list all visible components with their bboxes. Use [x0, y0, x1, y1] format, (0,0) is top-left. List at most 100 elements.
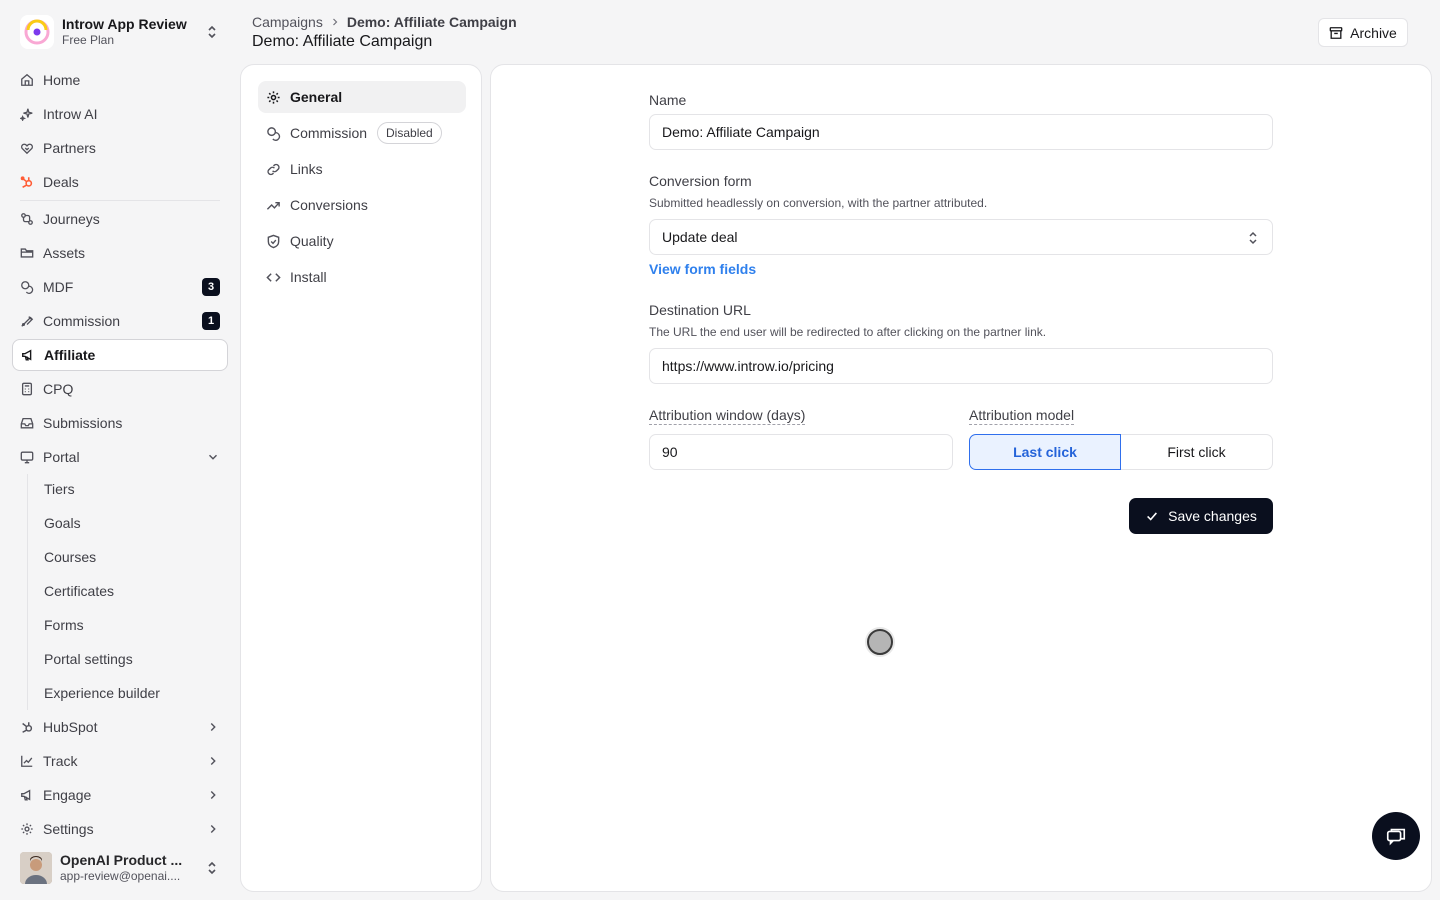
sidebar-subitem-certificates[interactable]: Certificates: [32, 575, 228, 607]
sidebar-item-label: CPQ: [43, 381, 74, 397]
gear-icon: [21, 823, 33, 835]
sidebar-item-cpq[interactable]: CPQ: [12, 373, 228, 405]
attribution-model-first-click[interactable]: First click: [1121, 434, 1273, 470]
chart-icon: [21, 755, 33, 767]
tab-label: Commission: [290, 125, 368, 141]
sidebar-item-assets[interactable]: Assets: [12, 237, 228, 269]
destination-url-input[interactable]: https://www.introw.io/pricing: [649, 348, 1273, 384]
sidebar-item-deals[interactable]: Deals: [12, 166, 228, 198]
breadcrumb-campaigns[interactable]: Campaigns: [252, 14, 323, 30]
archive-icon: [1329, 26, 1343, 39]
destination-url-label: Destination URL: [649, 302, 751, 318]
chevron-right-icon: [210, 757, 216, 765]
archive-button[interactable]: Archive: [1318, 18, 1408, 47]
attribution-window-label: Attribution window (days): [649, 407, 806, 425]
sidebar-group-settings[interactable]: Settings: [12, 813, 228, 845]
count-badge: 3: [202, 278, 220, 296]
conversion-form-select[interactable]: Update deal: [649, 219, 1273, 255]
sidebar-subitem-goals[interactable]: Goals: [32, 507, 228, 539]
sidebar-item-home[interactable]: Home: [12, 64, 228, 96]
inbox-icon: [20, 417, 34, 429]
sidebar-item-mdf[interactable]: MDF 3: [12, 271, 228, 303]
view-form-fields-link[interactable]: View form fields: [649, 261, 756, 277]
workspace-plan: Free Plan: [62, 33, 115, 48]
workspace-switcher[interactable]: Introw App Review Free Plan: [12, 8, 228, 56]
user-menu[interactable]: OpenAI Product ... app-review@openai....: [12, 848, 228, 888]
megaphone-icon: [21, 789, 31, 801]
sidebar-item-label: MDF: [43, 279, 74, 295]
mouse-cursor-indicator: [867, 629, 893, 655]
destination-url-value: https://www.introw.io/pricing: [662, 358, 834, 374]
sidebar-item-commission[interactable]: Commission 1: [12, 305, 228, 337]
shield-check-icon: [267, 234, 280, 248]
sidebar-subitem-portal-settings[interactable]: Portal settings: [32, 643, 228, 675]
commission-icon: [21, 316, 34, 327]
sidebar-subitem-courses[interactable]: Courses: [32, 541, 228, 573]
tab-links[interactable]: Links: [258, 153, 466, 185]
count-badge: 1: [202, 312, 220, 330]
sidebar-item-label: HubSpot: [43, 719, 98, 735]
name-label: Name: [649, 92, 687, 108]
name-input-value: Demo: Affiliate Campaign: [662, 124, 820, 140]
conversion-form-help: Submitted headlessly on conversion, with…: [649, 196, 988, 210]
destination-url-help: The URL the end user will be redirected …: [649, 325, 1047, 339]
tab-label: General: [290, 89, 343, 105]
sidebar-subitem-experience-builder[interactable]: Experience builder: [32, 677, 228, 709]
monitor-icon: [20, 451, 34, 464]
tab-conversions[interactable]: Conversions: [258, 189, 466, 221]
status-badge: Disabled: [377, 122, 442, 144]
link-icon: [267, 163, 280, 175]
hubspot-icon: [20, 176, 33, 188]
sidebar-group-engage[interactable]: Engage: [12, 779, 228, 811]
sidebar-item-journeys[interactable]: Journeys: [12, 203, 228, 235]
hubspot-icon: [22, 722, 33, 733]
tab-label: Install: [290, 269, 327, 285]
user-name: OpenAI Product ...: [60, 851, 183, 868]
sidebar-subitem-forms[interactable]: Forms: [32, 609, 228, 641]
tab-install[interactable]: Install: [258, 261, 466, 293]
tab-label: Quality: [290, 233, 334, 249]
check-icon: [1147, 512, 1158, 521]
sidebar-item-partners[interactable]: Partners: [12, 132, 228, 164]
sidebar-item-portal[interactable]: Portal: [12, 441, 228, 473]
sidebar-group-hubspot[interactable]: HubSpot: [12, 711, 228, 743]
sidebar: Introw App Review Free Plan Home Introw …: [0, 0, 240, 900]
chevrons-up-down-icon: [208, 25, 216, 39]
handshake-icon: [21, 143, 33, 155]
sidebar-subitem-tiers[interactable]: Tiers: [32, 473, 228, 505]
name-input[interactable]: Demo: Affiliate Campaign: [649, 114, 1273, 150]
chevrons-up-down-icon: [208, 861, 216, 875]
folder-icon: [20, 248, 34, 258]
chevrons-up-down-icon: [1249, 231, 1257, 245]
trending-up-icon: [266, 201, 280, 210]
breadcrumb: Campaigns Demo: Affiliate Campaign: [252, 14, 517, 30]
workflow-icon: [21, 213, 33, 225]
sidebar-item-label: Portal: [43, 449, 80, 465]
chat-launcher-button[interactable]: [1372, 812, 1420, 860]
coins-icon: [21, 281, 34, 294]
sparkles-icon: [20, 108, 33, 121]
home-icon: [21, 73, 33, 86]
tab-label: Links: [290, 161, 323, 177]
workspace-name: Introw App Review: [62, 16, 187, 33]
archive-label: Archive: [1350, 24, 1397, 41]
save-changes-button[interactable]: Save changes: [1129, 498, 1273, 534]
megaphone-icon: [22, 349, 32, 361]
tab-general[interactable]: General: [258, 81, 466, 113]
portal-subnav-guide: [27, 474, 28, 710]
sidebar-item-affiliate[interactable]: Affiliate: [12, 339, 228, 371]
chevron-right-icon: [332, 18, 338, 26]
sidebar-item-label: Introw AI: [43, 106, 98, 122]
tab-quality[interactable]: Quality: [258, 225, 466, 257]
sidebar-group-track[interactable]: Track: [12, 745, 228, 777]
attribution-window-input[interactable]: 90: [649, 434, 953, 470]
sidebar-item-submissions[interactable]: Submissions: [12, 407, 228, 439]
sidebar-item-label: Submissions: [43, 415, 123, 431]
tab-commission[interactable]: Commission Disabled: [258, 117, 466, 149]
page-title: Demo: Affiliate Campaign: [252, 33, 433, 50]
sidebar-divider: [20, 200, 220, 201]
sidebar-item-introw-ai[interactable]: Introw AI: [12, 98, 228, 130]
attribution-model-label: Attribution model: [969, 407, 1075, 425]
attribution-model-last-click[interactable]: Last click: [969, 434, 1121, 470]
attribution-window-value: 90: [662, 444, 678, 460]
